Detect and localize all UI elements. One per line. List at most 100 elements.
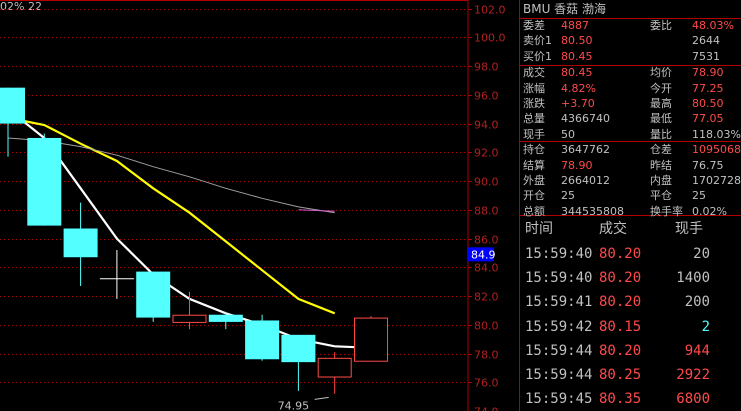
tick-price: 80.25 xyxy=(599,367,642,383)
tick-volume: 1400 xyxy=(676,270,710,287)
quote-label: 涨跌 xyxy=(523,97,545,110)
tick-row[interactable]: 15:59:40 80.20 1400 xyxy=(520,266,741,290)
quote-label: 开仓 xyxy=(523,189,545,203)
tick-time: 15:59:44 xyxy=(525,367,593,383)
tick-volume: 944 xyxy=(684,342,710,359)
quote-label: 最高 xyxy=(650,97,672,110)
quote-value: 4887 xyxy=(561,19,589,32)
quote-label: 委比 xyxy=(650,19,672,32)
quote-row: 涨跌 +3.70 最高 80.50 xyxy=(520,96,741,111)
tick-time: 15:59:44 xyxy=(525,342,593,359)
tick-row[interactable]: 15:59:40 80.20 20 xyxy=(520,242,741,266)
tick-time: 15:59:45 xyxy=(525,391,593,408)
tick-row[interactable]: 15:59:44 80.25 2922 xyxy=(520,363,741,387)
tick-header: 时间 成交 现手 xyxy=(520,217,741,241)
y-axis-tick-label: 102.0 xyxy=(474,4,506,17)
tick-price: 80.35 xyxy=(599,391,642,408)
quote-label: 最低 xyxy=(650,112,672,126)
quote-label: 量比 xyxy=(650,127,672,141)
instrument-title-text: BMU 香菇 渤海 xyxy=(523,2,606,16)
quote-row: 委差 4887 委比 48.03% xyxy=(520,18,741,33)
quote-value: +3.70 xyxy=(561,97,595,110)
tick-header-volume: 现手 xyxy=(675,221,703,237)
quote-value: 25 xyxy=(692,189,706,203)
tick-price: 80.20 xyxy=(599,246,642,262)
low-annotation: 74.95 xyxy=(278,399,310,411)
candle-body xyxy=(281,334,316,363)
quote-value: 2644 xyxy=(692,34,720,48)
quote-label: 仓差 xyxy=(650,143,672,157)
quote-value: 3647762 xyxy=(561,143,610,157)
quote-value: 80.45 xyxy=(561,49,593,63)
tick-row[interactable]: 15:59:45 80.35 6800 xyxy=(520,387,741,411)
tick-price: 80.20 xyxy=(599,294,642,311)
tick-time: 15:59:40 xyxy=(525,246,593,262)
quote-label: 外盘 xyxy=(523,174,545,187)
y-axis-tick-label: 96.0 xyxy=(474,90,499,103)
y-axis-tick-label: 100.0 xyxy=(474,32,506,45)
quote-value: 1702728 xyxy=(692,174,741,187)
quote-value: 80.50 xyxy=(561,34,593,48)
quote-value: 77.25 xyxy=(692,81,724,95)
current-price-label: 84.9 xyxy=(471,248,496,261)
quote-value: 80.50 xyxy=(692,97,724,110)
candle-body xyxy=(245,320,280,360)
tick-price: 80.20 xyxy=(599,270,642,287)
y-axis-tick-label: 98.0 xyxy=(474,61,499,74)
tick-volume: 2922 xyxy=(676,367,710,383)
quote-label: 持仓 xyxy=(523,143,545,157)
quote-label: 成交 xyxy=(523,66,545,80)
tick-volume: 200 xyxy=(684,294,710,311)
quote-label: 昨结 xyxy=(650,158,672,172)
quote-row: 总量 4366740 最低 77.05 xyxy=(520,111,741,126)
quote-value: 77.05 xyxy=(692,112,724,126)
tick-volume: 6800 xyxy=(676,391,710,408)
quote-value: 2664012 xyxy=(561,174,610,187)
quote-label: 均价 xyxy=(650,66,672,80)
y-axis-tick-label: 86.0 xyxy=(474,234,499,247)
y-axis-tick-label: 74.0 xyxy=(474,406,499,411)
tick-time: 15:59:40 xyxy=(525,270,593,287)
quote-row: 卖价1 80.50 2644 xyxy=(520,33,741,48)
tick-row[interactable]: 15:59:41 80.20 200 xyxy=(520,290,741,314)
quote-value: 78.90 xyxy=(561,158,593,172)
tick-row[interactable]: 15:59:44 80.20 944 xyxy=(520,339,741,363)
tick-volume: 20 xyxy=(693,246,710,262)
quote-value: 7531 xyxy=(692,49,720,63)
quote-label: 现手 xyxy=(523,127,545,141)
y-axis-tick-label: 78.0 xyxy=(474,349,499,362)
quote-label: 卖价1 xyxy=(523,34,552,48)
quote-label: 内盘 xyxy=(650,174,672,187)
quote-value: 118.03% xyxy=(692,127,741,141)
low-pointer xyxy=(314,396,329,400)
quote-value: 25 xyxy=(561,189,575,203)
candlestick-chart-svg[interactable]: 102.0100.098.096.094.092.090.088.086.084… xyxy=(0,0,519,411)
tick-row[interactable]: 15:59:42 80.15 2 xyxy=(520,315,741,339)
quote-row: 现手 50 量比 118.03% xyxy=(520,127,741,142)
tick-price: 80.20 xyxy=(599,342,642,359)
quote-value: 4366740 xyxy=(561,112,610,126)
tick-time: 15:59:42 xyxy=(525,318,593,335)
candle-body xyxy=(317,357,352,378)
quote-label: 买价1 xyxy=(523,49,552,63)
y-axis-tick-label: 90.0 xyxy=(474,176,499,189)
quote-panel: BMU 香菇 渤海 委差 4887 委比 48.03% 卖价1 80.50 2644 买价1 8… xyxy=(519,0,741,411)
quote-label: 结算 xyxy=(523,158,545,172)
candle-body xyxy=(0,87,25,124)
quote-value: 76.75 xyxy=(692,158,724,172)
quote-row: 外盘 2664012 内盘 1702728 xyxy=(520,173,741,188)
quote-value: 4.82% xyxy=(561,81,596,95)
tick-volume: 2 xyxy=(701,318,710,335)
y-axis-tick-label: 76.0 xyxy=(474,377,499,390)
candle-body xyxy=(172,314,207,323)
quote-row: 买价1 80.45 7531 xyxy=(520,49,741,64)
y-axis-tick-label: 80.0 xyxy=(474,320,499,333)
y-axis-tick-label: 84.0 xyxy=(474,262,499,275)
quote-value: 78.90 xyxy=(692,66,724,80)
quote-label: 平仓 xyxy=(650,189,672,203)
quote-label: 涨幅 xyxy=(523,81,545,95)
tick-header-time: 时间 xyxy=(525,221,553,237)
candle-body xyxy=(354,317,388,362)
y-axis-tick-label: 94.0 xyxy=(474,119,499,132)
quote-value: 48.03% xyxy=(692,19,734,32)
